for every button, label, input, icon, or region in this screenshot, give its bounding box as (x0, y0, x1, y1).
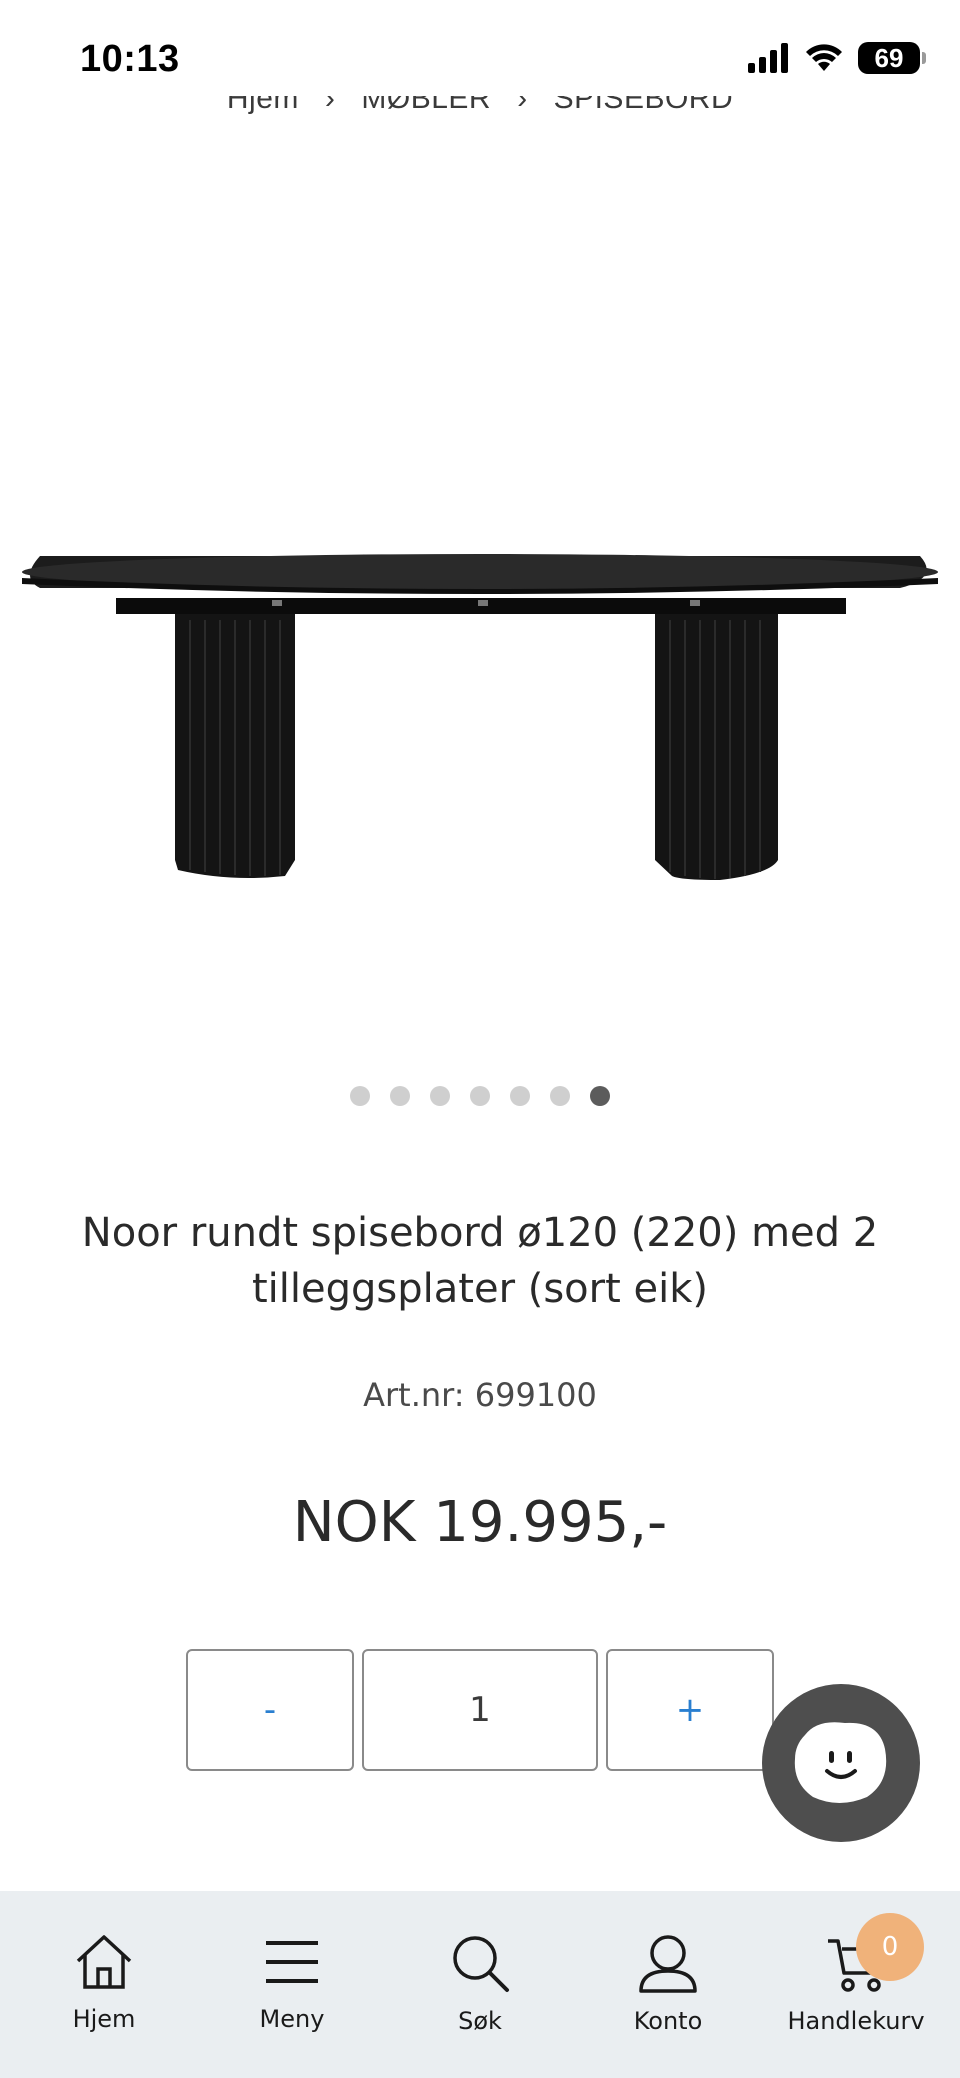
search-icon (453, 1936, 509, 1992)
breadcrumb-mobler[interactable]: MØBLER (361, 96, 491, 116)
gallery-pagination (0, 1086, 960, 1106)
product-image[interactable] (0, 500, 960, 900)
wifi-icon (806, 44, 842, 71)
nav-label-home: Hjem (72, 2005, 136, 2033)
user-icon (639, 1935, 697, 1993)
chevron-right-icon: › (517, 96, 528, 115)
gallery-dot[interactable] (550, 1086, 570, 1106)
article-number: Art.nr: 699100 (363, 1376, 597, 1414)
decrease-quantity-button[interactable]: - (186, 1649, 354, 1771)
product-title: Noor rundt spisebord ø120 (220) med 2 ti… (81, 1210, 879, 1312)
nav-item-search[interactable]: Søk (395, 1891, 565, 2078)
increase-quantity-button[interactable]: + (606, 1649, 774, 1771)
gallery-dot[interactable] (350, 1086, 370, 1106)
gallery-dot[interactable] (390, 1086, 410, 1106)
chevron-right-icon: › (324, 96, 336, 115)
product-price: NOK 19.995,- (292, 1490, 668, 1555)
status-icons: 69 (748, 42, 926, 74)
chat-face-icon (794, 1722, 887, 1803)
breadcrumb: Hjem › MØBLER › SPISEBORD (0, 96, 960, 130)
quantity-value[interactable]: 1 (362, 1649, 598, 1771)
nav-label-search: Søk (458, 2007, 502, 2035)
battery-indicator: 69 (858, 42, 926, 74)
status-time: 10:13 (80, 38, 180, 80)
chat-button[interactable] (762, 1684, 920, 1842)
breadcrumb-spisebord[interactable]: SPISEBORD (554, 96, 734, 116)
nav-label-cart: Handlekurv (787, 2007, 925, 2035)
home-icon (76, 1935, 132, 1989)
signal-icon (748, 43, 788, 73)
breadcrumb-home[interactable]: Hjem (227, 96, 299, 116)
gallery-dot[interactable] (510, 1086, 530, 1106)
bottom-navigation: Hjem Meny Søk Konto 0 Handlekurv (0, 1891, 960, 2078)
nav-label-account: Konto (633, 2007, 703, 2035)
nav-item-home[interactable]: Hjem (19, 1891, 189, 2078)
nav-label-menu: Meny (259, 2005, 325, 2033)
menu-icon (266, 1941, 318, 1983)
nav-item-account[interactable]: Konto (583, 1891, 753, 2078)
nav-item-menu[interactable]: Meny (207, 1891, 377, 2078)
gallery-dot-active[interactable] (590, 1086, 610, 1106)
gallery-dot[interactable] (470, 1086, 490, 1106)
gallery-dot[interactable] (430, 1086, 450, 1106)
quantity-stepper: - 1 + (186, 1649, 774, 1771)
cart-count-badge: 0 (856, 1913, 924, 1981)
nav-item-cart[interactable]: 0 Handlekurv (771, 1891, 941, 2078)
